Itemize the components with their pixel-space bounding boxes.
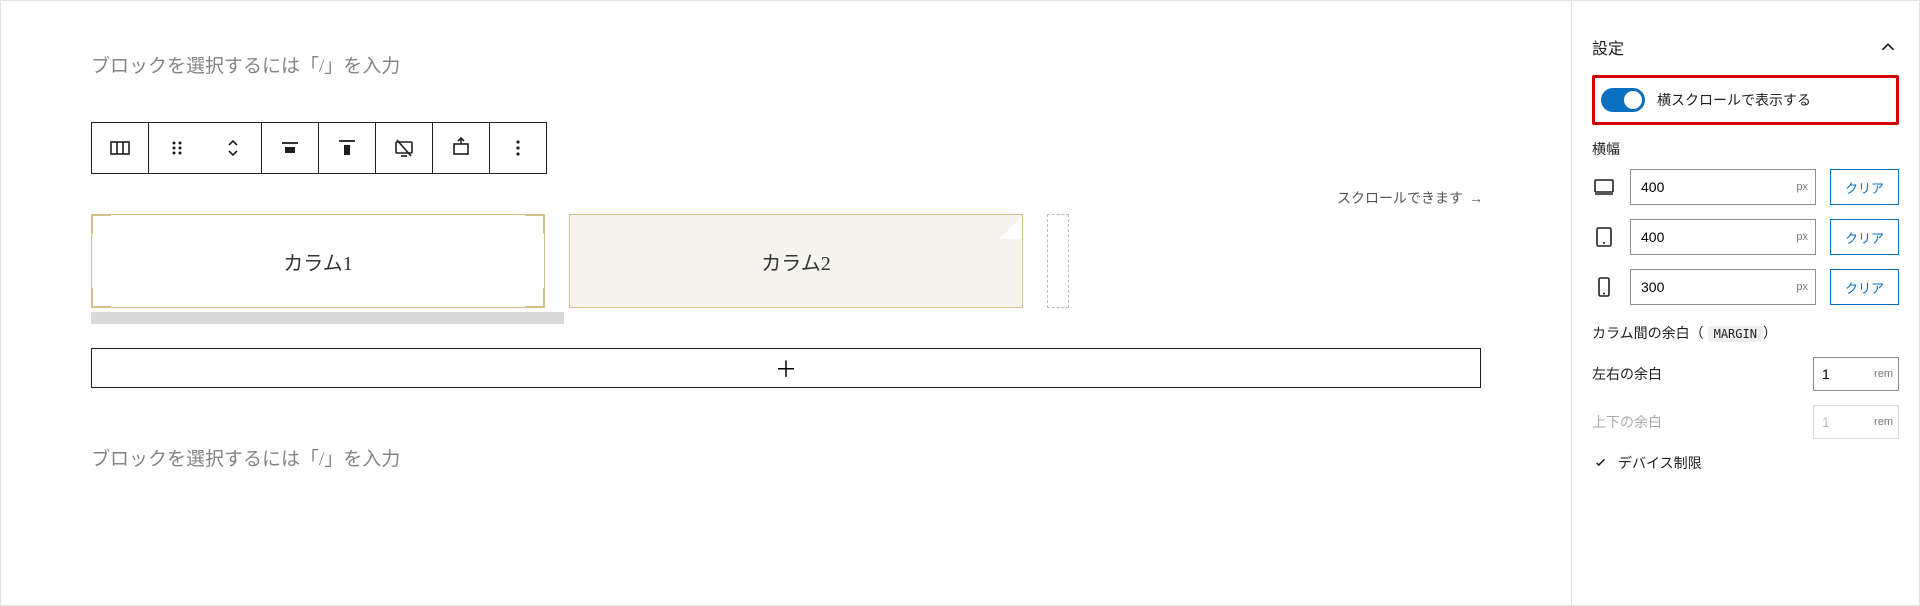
vertical-align-button[interactable]: [319, 123, 375, 173]
block-placeholder[interactable]: ブロックを選択するには「/」を入力: [91, 51, 1481, 78]
columns-row: カラム1 カラム2: [91, 214, 1481, 308]
plus-icon: ＋: [775, 352, 797, 384]
mobile-icon: [1592, 275, 1616, 299]
block-appender-button[interactable]: ＋: [91, 348, 1481, 388]
column-1[interactable]: カラム1: [91, 214, 545, 308]
align-top-icon: [335, 136, 359, 160]
margin-tb-input: [1813, 405, 1899, 439]
scroll-hint: スクロールできます→: [1337, 188, 1481, 208]
panel-header[interactable]: 設定: [1592, 17, 1899, 75]
margin-section-label: カラム間の余白（MARGIN）: [1592, 323, 1899, 343]
margin-lr-row: 左右の余白 rem: [1592, 357, 1899, 391]
device-limit-label: デバイス制限: [1618, 453, 1702, 473]
check-icon: [1592, 454, 1610, 472]
margin-lr-label: 左右の余白: [1592, 364, 1662, 384]
margin-button[interactable]: [433, 123, 489, 173]
drag-handle-button[interactable]: [149, 123, 205, 173]
more-vertical-icon: [506, 136, 530, 160]
device-visibility-button[interactable]: [376, 123, 432, 173]
column-label: カラム2: [761, 247, 830, 276]
desktop-icon: [1592, 175, 1616, 199]
horizontal-scroll-toggle[interactable]: [1601, 88, 1645, 112]
block-placeholder[interactable]: ブロックを選択するには「/」を入力: [91, 444, 1481, 471]
settings-sidebar: 設定 横スクロールで表示する 横幅 px クリア px クリア px クリア カ…: [1571, 1, 1919, 605]
margin-tb-label: 上下の余白: [1592, 412, 1662, 432]
column-2[interactable]: カラム2: [569, 214, 1023, 308]
width-row-desktop: px クリア: [1592, 169, 1899, 205]
columns-icon: [108, 136, 132, 160]
margin-icon: [449, 136, 473, 160]
clear-mobile-width-button[interactable]: クリア: [1830, 269, 1899, 305]
device-limit-row[interactable]: デバイス制限: [1592, 453, 1899, 473]
toggle-label: 横スクロールで表示する: [1657, 90, 1811, 110]
move-updown-button[interactable]: [205, 123, 261, 173]
clear-tablet-width-button[interactable]: クリア: [1830, 219, 1899, 255]
align-button[interactable]: [262, 123, 318, 173]
horizontal-scrollbar[interactable]: [91, 312, 1481, 324]
block-toolbar: [91, 122, 547, 174]
scroll-toggle-row: 横スクロールで表示する: [1592, 75, 1899, 125]
align-icon: [278, 136, 302, 160]
drag-handle-icon: [165, 136, 189, 160]
scrollbar-thumb[interactable]: [91, 312, 564, 324]
editor-canvas: ブロックを選択するには「/」を入力: [1, 1, 1571, 605]
columns-block[interactable]: スクロールできます→ カラム1 カラム2 ＋: [91, 214, 1481, 388]
width-section-label: 横幅: [1592, 139, 1899, 159]
more-options-button[interactable]: [490, 123, 546, 173]
column-peek[interactable]: [1047, 214, 1069, 308]
width-row-tablet: px クリア: [1592, 219, 1899, 255]
chevron-up-icon: [1877, 36, 1899, 58]
tablet-icon: [1592, 225, 1616, 249]
device-off-icon: [392, 136, 416, 160]
mobile-width-input[interactable]: [1630, 269, 1816, 305]
width-row-mobile: px クリア: [1592, 269, 1899, 305]
tablet-width-input[interactable]: [1630, 219, 1816, 255]
columns-block-icon-button[interactable]: [92, 123, 148, 173]
desktop-width-input[interactable]: [1630, 169, 1816, 205]
clear-desktop-width-button[interactable]: クリア: [1830, 169, 1899, 205]
margin-lr-input[interactable]: [1813, 357, 1899, 391]
chevrons-vertical-icon: [221, 136, 245, 160]
panel-title: 設定: [1592, 35, 1624, 59]
column-label: カラム1: [283, 247, 352, 276]
margin-tb-row: 上下の余白 rem: [1592, 405, 1899, 439]
